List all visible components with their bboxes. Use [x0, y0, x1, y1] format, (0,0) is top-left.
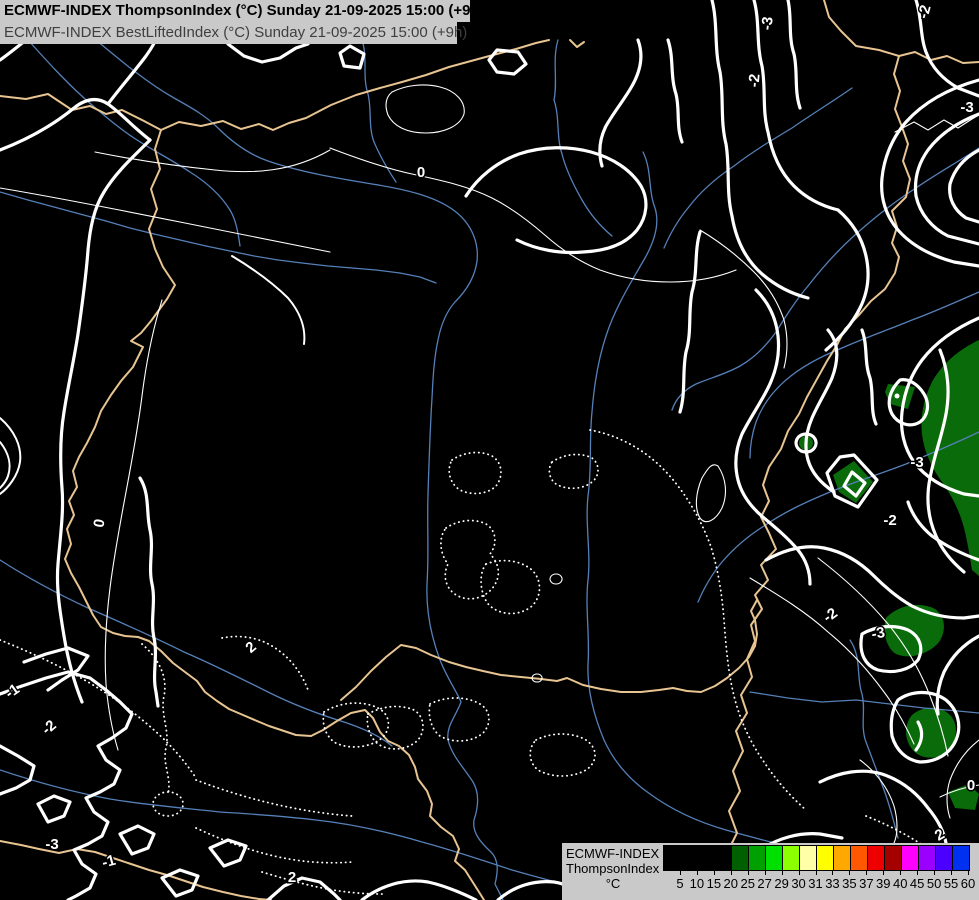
colorbar-tick-label: 29: [774, 876, 788, 891]
contour-label: -2: [883, 512, 896, 529]
colorbar-cell: [834, 846, 851, 870]
colorbar-tick: [934, 870, 935, 875]
titlebar-line-2: ECMWF-INDEX BestLiftedIndex (°C) Sunday …: [0, 22, 457, 44]
contour-label: -3: [910, 454, 923, 471]
contour-label: -3: [758, 16, 776, 31]
colorbar-tick-label: 25: [740, 876, 754, 891]
colorbar-cell: [936, 846, 953, 870]
colorbar-tick: [883, 870, 884, 875]
colorbar-tick-label: 10: [690, 876, 704, 891]
colorbar-cell: [766, 846, 783, 870]
colorbar-tick-label: 40: [893, 876, 907, 891]
colorbar-tick: [697, 870, 698, 875]
colorbar-cell: [800, 846, 817, 870]
map-background: [0, 0, 979, 900]
colorbar-tick-label: 37: [859, 876, 873, 891]
colorbar-tick-label: 60: [961, 876, 975, 891]
contour: [895, 394, 900, 399]
colorbar-cell: [851, 846, 868, 870]
legend-text-block: ECMWF-INDEX ThompsonIndex °C: [566, 846, 660, 891]
colorbar-tick-label: 33: [825, 876, 839, 891]
colorbar-tick: [782, 870, 783, 875]
colorbar-cell: [698, 846, 715, 870]
colorbar-tick: [799, 870, 800, 875]
colorbar-tick: [748, 870, 749, 875]
colorbar-cell: [783, 846, 800, 870]
colorbar-tick: [714, 870, 715, 875]
colorbar-tick: [680, 870, 681, 875]
colorbar-tick: [816, 870, 817, 875]
colorbar-cell: [715, 846, 732, 870]
colorbar-tick-label: 35: [842, 876, 856, 891]
colorbar-cell: [664, 846, 681, 870]
colorbar-tick: [917, 870, 918, 875]
colorbar-tick-label: 55: [944, 876, 958, 891]
colorbar-tick-label: 39: [876, 876, 890, 891]
colorbar-cell: [868, 846, 885, 870]
colorbar-tick-label: 50: [927, 876, 941, 891]
colorbar-tick: [832, 870, 833, 875]
colorbar-tick: [900, 870, 901, 875]
colorbar-tick-label: 27: [757, 876, 771, 891]
legend-parameter-label: ThompsonIndex: [566, 861, 660, 876]
colorbar-tick: [849, 870, 850, 875]
map-svg: -3-2-2-300-1-2-3-122-2-3-2-302: [0, 0, 979, 900]
contour-label: -3: [960, 99, 973, 116]
contour-label: 0: [417, 164, 425, 181]
weather-map-screen: -3-2-2-300-1-2-3-122-2-3-2-302 ECMWF-IND…: [0, 0, 979, 900]
colorbar-tick: [968, 870, 969, 875]
colorbar-tick: [731, 870, 732, 875]
legend-unit-label: °C: [566, 876, 660, 891]
contour-label: 0: [967, 777, 975, 794]
colorbar: [663, 845, 970, 871]
colorbar-cell: [919, 846, 936, 870]
contour-label: -3: [45, 836, 58, 853]
colorbar-ticks: 51015202527293031333537394045505560: [663, 870, 969, 898]
colorbar-tick-label: 31: [808, 876, 822, 891]
colorbar-tick-label: 15: [707, 876, 721, 891]
colorbar-tick-label: 30: [791, 876, 805, 891]
titlebar-line-1: ECMWF-INDEX ThompsonIndex (°C) Sunday 21…: [0, 0, 470, 22]
colorbar-tick-label: 5: [676, 876, 683, 891]
colorbar-cell: [953, 846, 969, 870]
colorbar-cell: [749, 846, 766, 870]
colorbar-cell: [885, 846, 902, 870]
colorbar-cell: [681, 846, 698, 870]
colorbar-cell: [732, 846, 749, 870]
colorbar-tick: [866, 870, 867, 875]
colorbar-cell: [817, 846, 834, 870]
contour-label: -2: [745, 73, 763, 88]
legend-panel: ECMWF-INDEX ThompsonIndex °C 5 1015202527…: [562, 843, 979, 900]
contour-label: 2: [288, 869, 296, 886]
colorbar-tick-label: 45: [910, 876, 924, 891]
legend-product-label: ECMWF-INDEX: [566, 846, 660, 861]
colorbar-tick: [765, 870, 766, 875]
colorbar-tick: [951, 870, 952, 875]
colorbar-tick-label: 20: [724, 876, 738, 891]
colorbar-cell: [902, 846, 919, 870]
